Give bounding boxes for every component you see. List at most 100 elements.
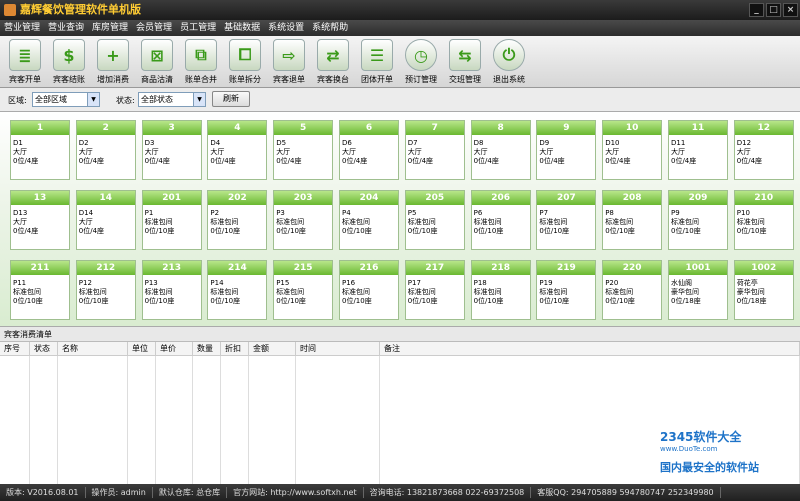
table-code: P3 — [276, 209, 285, 217]
toolbar-button[interactable]: ◷ 预订管理 — [399, 36, 443, 88]
menu-item[interactable]: 库房管理 — [88, 20, 132, 36]
table-card[interactable]: 204 P4 标准包间 0位/10座 — [339, 190, 399, 250]
table-card[interactable]: 3 D3 大厅 0位/4座 — [141, 120, 202, 180]
menu-item[interactable]: 会员管理 — [132, 20, 176, 36]
minimize-button[interactable]: _ — [749, 3, 764, 17]
table-card[interactable]: 4 D4 大厅 0位/4座 — [207, 120, 268, 180]
table-type: 标准包间 — [473, 288, 502, 296]
column-header[interactable]: 单位 — [128, 342, 156, 356]
table-card[interactable]: 203 P3 标准包间 0位/10座 — [273, 190, 334, 250]
table-type: 标准包间 — [671, 218, 699, 226]
table-card[interactable]: 211 P11 标准包间 0位/10座 — [10, 260, 70, 320]
table-seats: 0位/10座 — [671, 227, 701, 235]
table-card[interactable]: 202 P2 标准包间 0位/10座 — [207, 190, 268, 250]
menu-item[interactable]: 系统帮助 — [308, 20, 352, 36]
table-card[interactable]: 213 P13 标准包间 0位/10座 — [141, 260, 202, 320]
table-card[interactable]: 6 D6 大厅 0位/4座 — [339, 120, 399, 180]
table-card[interactable]: 8 D8 大厅 0位/4座 — [470, 120, 531, 180]
table-card[interactable]: 212 P12 标准包间 0位/10座 — [75, 260, 136, 320]
toolbar-button[interactable]: ☰ 团体开单 — [355, 36, 399, 88]
toolbar-button[interactable]: ⇆ 交班管理 — [443, 36, 487, 88]
table-number: 216 — [340, 261, 398, 275]
app-logo-icon — [4, 4, 16, 16]
toolbar-button[interactable]: ⇨ 宾客退单 — [267, 36, 311, 88]
table-seats: 0位/4座 — [407, 157, 434, 165]
maximize-button[interactable]: □ — [766, 3, 781, 17]
table-card[interactable]: 11 D11 大厅 0位/4座 — [668, 120, 728, 180]
table-card[interactable]: 7 D7 大厅 0位/4座 — [404, 120, 465, 180]
table-code: D1 — [13, 139, 23, 147]
column-header[interactable]: 时间 — [296, 342, 380, 356]
toolbar-button-label: 退出系统 — [493, 75, 525, 84]
menu-item[interactable]: 营业查询 — [44, 20, 88, 36]
refresh-button[interactable]: 刷新 — [212, 91, 250, 107]
table-card[interactable]: 207 P7 标准包间 0位/10座 — [536, 190, 597, 250]
table-card[interactable]: 210 P10 标准包间 0位/10座 — [733, 190, 794, 250]
cancel-doc-icon: ⊠ — [141, 39, 173, 71]
toolbar-button-label: 宾客换台 — [317, 75, 349, 84]
column-header[interactable]: 数量 — [193, 342, 221, 356]
menu-item[interactable]: 系统设置 — [264, 20, 308, 36]
column-header[interactable]: 折扣 — [221, 342, 249, 356]
table-seats: 0位/10座 — [276, 297, 306, 305]
table-card[interactable]: 10 D10 大厅 0位/4座 — [602, 120, 663, 180]
table-card[interactable]: 206 P6 标准包间 0位/10座 — [470, 190, 531, 250]
table-code: D6 — [342, 139, 352, 147]
table-number: 3 — [142, 121, 201, 135]
area-select[interactable]: 全部区域 ▼ — [32, 92, 100, 107]
table-card[interactable]: 2 D2 大厅 0位/4座 — [75, 120, 136, 180]
column-header[interactable]: 状态 — [30, 342, 58, 356]
table-code: D8 — [473, 139, 484, 147]
table-card[interactable]: 1001 水仙阁 豪华包间 0位/18座 — [668, 260, 728, 320]
table-seats: 0位/10座 — [276, 227, 306, 235]
table-card[interactable]: 9 D9 大厅 0位/4座 — [536, 120, 597, 180]
status-select[interactable]: 全部状态 ▼ — [138, 92, 206, 107]
table-type: 标准包间 — [144, 218, 173, 226]
chevron-down-icon[interactable]: ▼ — [87, 93, 99, 106]
table-type: 标准包间 — [539, 288, 568, 296]
table-card[interactable]: 1 D1 大厅 0位/4座 — [10, 120, 70, 180]
table-card[interactable]: 1002 荷花亭 豪华包间 0位/18座 — [733, 260, 794, 320]
menu-item[interactable]: 营业管理 — [0, 20, 44, 36]
table-code: P5 — [407, 209, 417, 217]
table-card[interactable]: 219 P19 标准包间 0位/10座 — [536, 260, 597, 320]
table-card[interactable]: 208 P8 标准包间 0位/10座 — [602, 190, 663, 250]
table-card[interactable]: 14 D14 大厅 0位/4座 — [75, 190, 136, 250]
table-card[interactable]: 201 P1 标准包间 0位/10座 — [141, 190, 202, 250]
area-select-value: 全部区域 — [35, 95, 67, 104]
menu-bar: 营业管理 营业查询 库房管理 会员管理 员工管理 基础数据 系统设置 系统帮助 — [0, 20, 800, 36]
table-card[interactable]: 209 P9 标准包间 0位/10座 — [668, 190, 728, 250]
toolbar-button[interactable]: ⧠ 账单拆分 — [223, 36, 267, 88]
toolbar-button[interactable]: ⇄ 宾客换台 — [311, 36, 355, 88]
table-card[interactable]: 217 P17 标准包间 0位/10座 — [404, 260, 465, 320]
toolbar-button-label: 宾客结账 — [53, 75, 85, 84]
table-card[interactable]: 216 P16 标准包间 0位/10座 — [339, 260, 399, 320]
column-header[interactable]: 金额 — [249, 342, 296, 356]
table-card[interactable]: 205 P5 标准包间 0位/10座 — [404, 190, 465, 250]
toolbar-button[interactable]: ⏻ 退出系统 — [487, 36, 531, 88]
column-header[interactable]: 名称 — [58, 342, 128, 356]
toolbar-button[interactable]: + 增加消费 — [91, 36, 135, 88]
column-header[interactable]: 序号 — [0, 342, 30, 356]
table-card[interactable]: 12 D12 大厅 0位/4座 — [733, 120, 794, 180]
toolbar-button[interactable]: ⧉ 账单合并 — [179, 36, 223, 88]
toolbar-button[interactable]: ≣ 宾客开单 — [3, 36, 47, 88]
menu-item[interactable]: 员工管理 — [176, 20, 220, 36]
toolbar-button-label: 账单拆分 — [229, 75, 261, 84]
toolbar-button[interactable]: ⊠ 商品沽清 — [135, 36, 179, 88]
table-card[interactable]: 5 D5 大厅 0位/4座 — [273, 120, 334, 180]
chevron-down-icon[interactable]: ▼ — [193, 93, 205, 106]
table-card[interactable]: 220 P20 标准包间 0位/10座 — [602, 260, 663, 320]
consumption-list[interactable]: 序号 状态 名称 单位 单价 数量 折扣 金额 时间 备注 — [0, 342, 800, 484]
column-header[interactable]: 备注 — [380, 342, 800, 356]
table-card[interactable]: 215 P15 标准包间 0位/10座 — [273, 260, 334, 320]
table-type: 标准包间 — [407, 288, 436, 296]
close-button[interactable]: × — [783, 3, 798, 17]
table-card[interactable]: 13 D13 大厅 0位/4座 — [10, 190, 70, 250]
table-card[interactable]: 218 P18 标准包间 0位/10座 — [470, 260, 531, 320]
menu-item[interactable]: 基础数据 — [220, 20, 264, 36]
table-number: 220 — [603, 261, 662, 275]
column-header[interactable]: 单价 — [156, 342, 193, 356]
toolbar-button[interactable]: $ 宾客结账 — [47, 36, 91, 88]
table-card[interactable]: 214 P14 标准包间 0位/10座 — [207, 260, 268, 320]
